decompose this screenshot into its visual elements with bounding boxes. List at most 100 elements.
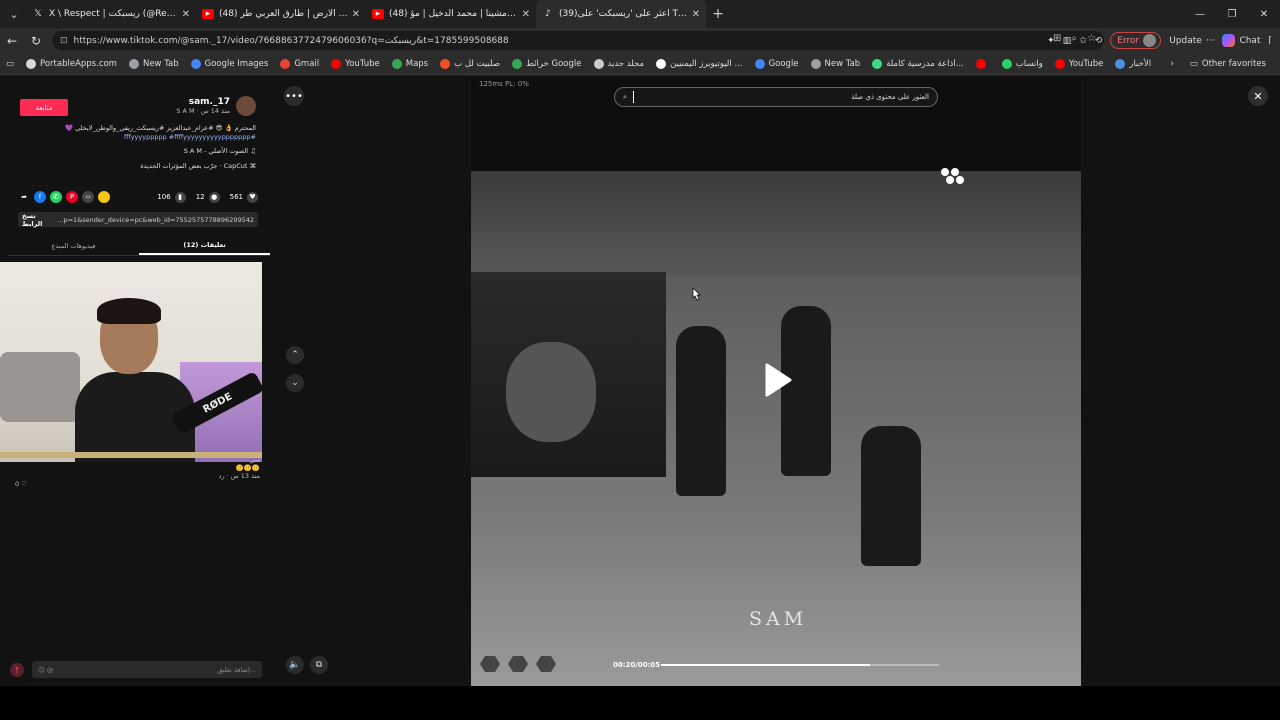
extensions-icon[interactable]: ✦ [1047,36,1055,46]
caption-text: المحترم 👌 😎 #عزام_عبدالعزيز #ريسبكت_ريفي… [65,124,256,132]
comment-time-reply[interactable]: منذ 13 س · رد [219,472,260,480]
follow-button[interactable]: متابعة [20,99,68,116]
author-avatar[interactable] [236,96,256,116]
video-progress-bar[interactable] [661,664,939,666]
back-icon[interactable]: ← [0,29,24,53]
related-search-input[interactable]: ⌕ العثور على محتوى ذي صلة [614,87,938,107]
close-tab-icon[interactable]: ✕ [692,9,700,20]
reading-list-icon[interactable]: ▭ [0,59,20,69]
video-details-panel: متابعة sam._17 S A M · منذ 14 س المحترم … [0,84,270,684]
music-label: الصوت الأصلي - S A M [183,147,249,155]
comment-user[interactable]: مني [219,456,260,464]
comments-stat[interactable]: 12 ● [196,191,220,203]
previous-video-icon[interactable]: ⌃ [286,346,304,364]
search-placeholder: العثور على محتوى ذي صلة [851,93,929,101]
bookmark-label: Maps [405,58,429,69]
profile-error-button[interactable]: Error [1110,32,1162,49]
close-tab-icon[interactable]: ✕ [522,9,530,20]
volume-icon[interactable]: 🔈 [286,656,304,674]
other-favorites[interactable]: ▭ Other favorites [1184,59,1272,69]
refresh-icon[interactable]: ↻ [24,29,48,53]
bookmark-item[interactable]: مجلد جديد [588,58,651,69]
new-tab-icon[interactable]: + [706,6,730,22]
tab-comments[interactable]: تعليقات (12) [139,236,270,255]
pinterest-icon[interactable]: P [66,191,78,203]
comment-like[interactable]: 0 ♡ [15,480,27,488]
bookmark-label: Gmail [294,58,320,69]
music-link[interactable]: ♫ الصوت الأصلي - S A M [184,147,256,155]
post-comment-button[interactable]: ↑ [10,663,24,677]
saves-count: 106 [157,193,171,201]
close-tab-icon[interactable]: ✕ [352,9,360,20]
coin-icon[interactable] [98,191,110,203]
close-video-icon[interactable]: ✕ [1248,86,1268,106]
streamer-webcam-overlay: RØDE [0,262,262,462]
sidebar-toggle-icon[interactable]: ⌈ [1268,36,1272,46]
bookmark-favicon-icon [440,58,451,69]
close-window-icon[interactable]: ✕ [1248,0,1280,28]
caption-hashtags[interactable]: #fffyyyyppppp #ffffyyyyyyyyyyppppppp [124,133,256,141]
favorites-icon[interactable]: ✩ [1079,36,1087,46]
bookmark-item[interactable]: اليوتيوبرز اليمنيين ... [650,58,749,69]
history-icon[interactable]: ⟲ [1095,36,1103,46]
next-video-icon[interactable]: ⌄ [286,374,304,392]
browser-tab[interactable]: ▸ (48) صقور الارض | طارق العربي طر ✕ [196,0,366,28]
action-row: ➦ f ✆ P ‹› 106 ▮ 12 ● 561 ♥ [18,188,258,206]
saves-stat[interactable]: 106 ▮ [157,191,186,203]
copilot-chat-button[interactable]: Chat [1222,34,1260,47]
bookmark-item[interactable]: YouTube [325,58,386,69]
bookmark-item[interactable]: خرائط Google [506,58,587,69]
bookmark-item[interactable]: Maps [386,58,434,69]
facebook-icon[interactable]: f [34,191,46,203]
browser-tab-active[interactable]: ♪ (39)اعثر على 'ريسبكت' على TikTok ✕ [536,0,706,28]
bookmark-item[interactable]: PortableApps.com [20,58,123,69]
video-figure [861,426,921,566]
picture-in-picture-icon[interactable]: ⧉ [310,656,328,674]
whatsapp-icon[interactable]: ✆ [50,191,62,203]
tab-actions-menu-icon[interactable]: ⌄ [2,2,26,26]
split-screen-icon[interactable]: ▥ [1063,36,1072,46]
share-icon[interactable]: ➦ [18,191,30,203]
comment-input[interactable]: ☺ @ إضافة تعليق... [32,661,262,678]
embed-icon[interactable]: ‹› [82,191,94,203]
site-info-icon[interactable]: ⊡ [60,36,68,46]
bookmark-item[interactable]: New Tab [123,58,185,69]
bookmark-label: Google Images [204,58,269,69]
address-bar[interactable]: ⊡ https://www.tiktok.com/@sam._17/video/… [52,31,1104,50]
bookmark-item[interactable]: YouTube [1049,58,1110,69]
bookmark-item[interactable]: صلبيت لل ب [434,58,506,69]
capcut-label: CapCut · جرّب بعض المؤثرات الجديدة [140,162,248,170]
likes-stat[interactable]: 561 ♥ [230,191,258,203]
browser-window: ⌄ 𝕏 X \ Respect | ريسبكت (@Respect_ ✕ ▸ … [0,0,1280,720]
browser-tab[interactable]: 𝕏 X \ Respect | ريسبكت (@Respect_ ✕ [26,0,196,28]
bookmark-item[interactable]: الأخبار [1109,58,1157,69]
bookmark-item[interactable]: واتساب [996,58,1049,69]
bookmark-favicon-icon [512,58,523,69]
update-button[interactable]: Update ··· [1169,36,1214,46]
bookmark-item[interactable]: Google Images [185,58,275,69]
minimize-icon[interactable]: — [1184,0,1216,28]
bookmark-item[interactable] [970,58,996,69]
bookmark-favicon-icon [331,58,342,69]
bookmark-favicon-icon [872,58,883,69]
close-tab-icon[interactable]: ✕ [182,9,190,20]
bookmark-favicon-icon [754,58,765,69]
author-info[interactable]: sam._17 S A M · منذ 14 س [176,96,256,116]
bookmark-item[interactable]: New Tab [805,58,867,69]
bookmark-favicon-icon [1115,58,1126,69]
bookmark-favicon-icon [1001,58,1012,69]
tab-creator-videos[interactable]: فيديوهات المبدع [8,236,139,255]
tab-title: (48) صقور الارض | طارق العربي طر [219,9,348,19]
bookmark-item[interactable]: اذاعة مدرسية كاملة... [866,58,970,69]
copy-link-button[interactable]: نسخ الرابط [22,212,57,228]
bookmark-item[interactable]: Gmail [274,58,325,69]
capcut-link[interactable]: ⌘ CapCut · جرّب بعض المؤثرات الجديدة [140,162,256,170]
play-icon[interactable] [763,362,793,398]
chevron-right-icon[interactable]: › [1170,59,1173,69]
restore-icon[interactable]: ❐ [1216,0,1248,28]
more-options-icon[interactable]: ••• [284,86,304,106]
bookmark-item[interactable]: Google [749,58,805,69]
author-name[interactable]: sam._17 [176,97,230,107]
browser-tab[interactable]: ▸ (48) شيلة مشينا | محمد الدخيل | مؤ ✕ [366,0,536,28]
tab-strip: ⌄ 𝕏 X \ Respect | ريسبكت (@Respect_ ✕ ▸ … [0,0,1280,28]
